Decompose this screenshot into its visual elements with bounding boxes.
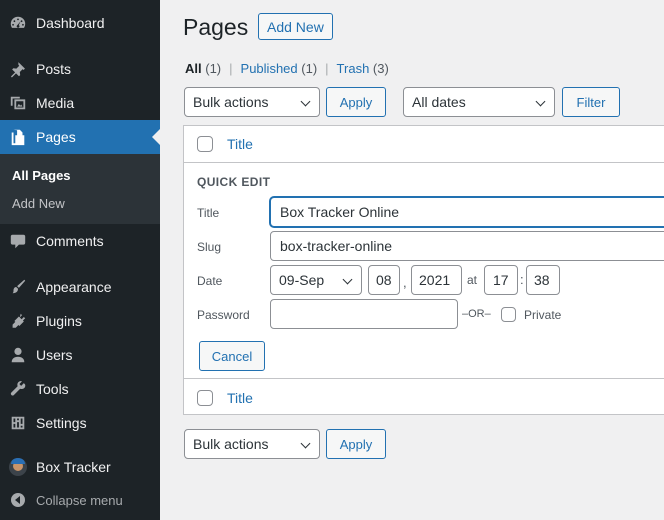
- separator: |: [325, 61, 329, 76]
- private-label: Private: [524, 308, 562, 322]
- menu-label: Media: [36, 95, 75, 111]
- year-field[interactable]: 2021: [411, 265, 462, 295]
- menu-item-pages[interactable]: Pages: [0, 120, 160, 154]
- pin-icon: [0, 60, 36, 78]
- quick-edit-heading: QUICK EDIT: [197, 175, 271, 189]
- collapse-label: Collapse menu: [36, 492, 123, 508]
- pages-submenu: All Pages Add New: [0, 154, 160, 224]
- menu-item-settings[interactable]: Settings: [0, 406, 160, 440]
- submenu-item-add-new[interactable]: Add New: [12, 196, 65, 211]
- view-trash-link[interactable]: Trash (3): [337, 61, 389, 76]
- table-footer-row: Title: [184, 380, 664, 416]
- menu-item-box-tracker[interactable]: Box Tracker: [0, 450, 160, 484]
- page-title: Pages: [183, 14, 249, 40]
- bulk-actions-select-bottom[interactable]: Bulk actions: [184, 429, 320, 459]
- menu-label: Tools: [36, 381, 69, 397]
- menu-label: Settings: [36, 415, 87, 431]
- avatar: [9, 458, 27, 476]
- admin-sidebar: Dashboard Posts Media Pages All Pages Ad…: [0, 0, 160, 520]
- menu-item-posts[interactable]: Posts: [0, 52, 160, 86]
- slug-field[interactable]: box-tracker-online: [270, 231, 664, 261]
- wrench-icon: [0, 380, 36, 398]
- menu-label: Pages: [36, 129, 76, 145]
- table-header-row: Title: [184, 126, 664, 162]
- apply-button[interactable]: Apply: [326, 87, 386, 117]
- column-title-sort[interactable]: Title: [227, 136, 253, 152]
- pages-table: Title QUICK EDIT Title Box Tracker Onlin…: [183, 125, 664, 415]
- plug-icon: [0, 312, 36, 330]
- menu-label: Appearance: [36, 279, 112, 295]
- title-label: Title: [197, 206, 220, 220]
- slug-label: Slug: [197, 240, 222, 254]
- view-all-link[interactable]: All (1): [185, 61, 221, 76]
- title-field[interactable]: Box Tracker Online: [270, 197, 664, 227]
- pages-icon: [0, 128, 36, 146]
- user-icon: [0, 346, 36, 364]
- submenu-item-all-pages[interactable]: All Pages: [12, 168, 71, 183]
- view-published-link[interactable]: Published (1): [241, 61, 318, 76]
- add-new-button[interactable]: Add New: [258, 13, 333, 40]
- menu-item-media[interactable]: Media: [0, 86, 160, 120]
- or-separator: –OR–: [462, 308, 491, 320]
- column-title-sort-footer[interactable]: Title: [227, 390, 253, 406]
- comment-icon: [0, 232, 36, 250]
- menu-label: Box Tracker: [36, 459, 111, 475]
- menu-item-comments[interactable]: Comments: [0, 224, 160, 258]
- menu-item-users[interactable]: Users: [0, 338, 160, 372]
- menu-label: Users: [36, 347, 73, 363]
- chevron-down-icon: [535, 96, 546, 107]
- private-checkbox[interactable]: [501, 307, 516, 322]
- month-select[interactable]: 09-Sep: [270, 265, 362, 295]
- settings-icon: [0, 414, 36, 432]
- date-label: Date: [197, 274, 223, 288]
- bulk-actions-select[interactable]: Bulk actions: [184, 87, 320, 117]
- separator: |: [229, 61, 233, 76]
- date-comma: ,: [403, 275, 407, 290]
- select-all-checkbox-footer[interactable]: [197, 390, 213, 406]
- minute-field[interactable]: 38: [526, 265, 560, 295]
- apply-button-bottom[interactable]: Apply: [326, 429, 386, 459]
- menu-item-plugins[interactable]: Plugins: [0, 304, 160, 338]
- quick-edit-panel: QUICK EDIT Title Box Tracker Online Slug…: [184, 162, 664, 379]
- menu-label: Dashboard: [36, 15, 105, 31]
- chevron-down-icon: [300, 438, 311, 449]
- menu-item-tools[interactable]: Tools: [0, 372, 160, 406]
- chevron-down-icon: [342, 274, 353, 285]
- time-colon: :: [520, 272, 524, 287]
- select-all-checkbox[interactable]: [197, 136, 213, 152]
- menu-label: Plugins: [36, 313, 82, 329]
- view-filters: All (1) | Published (1) | Trash (3): [185, 61, 389, 76]
- password-field[interactable]: [270, 299, 458, 329]
- filter-button[interactable]: Filter: [562, 87, 620, 117]
- menu-item-dashboard[interactable]: Dashboard: [0, 6, 160, 40]
- menu-item-appearance[interactable]: Appearance: [0, 270, 160, 304]
- collapse-menu-button[interactable]: Collapse menu: [0, 483, 160, 517]
- at-text: at: [467, 273, 478, 287]
- day-field[interactable]: 08: [368, 265, 400, 295]
- menu-label: Comments: [36, 233, 104, 249]
- collapse-arrow-icon: [11, 493, 25, 507]
- cancel-button[interactable]: Cancel: [199, 341, 265, 371]
- password-label: Password: [197, 308, 250, 322]
- media-icon: [0, 94, 36, 112]
- chevron-down-icon: [300, 96, 311, 107]
- dashboard-icon: [0, 14, 36, 32]
- hour-field[interactable]: 17: [484, 265, 518, 295]
- dates-select[interactable]: All dates: [403, 87, 555, 117]
- brush-icon: [0, 278, 36, 296]
- menu-label: Posts: [36, 61, 72, 77]
